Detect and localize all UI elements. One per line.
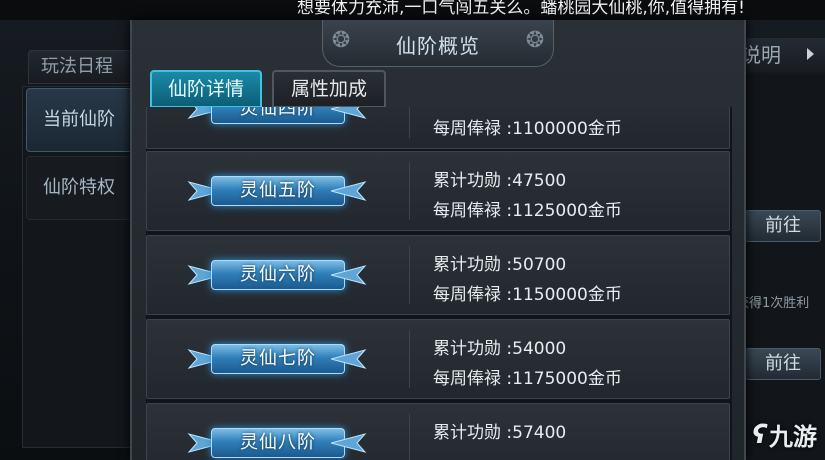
weekly-salary: 每周俸禄 :1100000金币	[433, 119, 622, 139]
row-divider	[409, 330, 410, 388]
weekly-salary: 每周俸禄 :1150000金币	[433, 285, 622, 305]
dialog-title-plate: ❂ ❂ 仙阶概览	[322, 20, 554, 67]
accumulated-merit: 累计功勋 :50700	[433, 255, 567, 275]
salary-label: 每周俸禄	[433, 369, 501, 389]
salary-value: 1100000金币	[512, 119, 622, 139]
merit-label: 累计功勋	[433, 423, 501, 443]
weekly-salary: 每周俸禄 :1125000金币	[433, 201, 622, 221]
go-button[interactable]: 前往	[745, 348, 821, 380]
accumulated-merit: 累计功勋 :47500	[433, 171, 567, 191]
win-reward-text: 获得1次胜利	[736, 296, 810, 311]
scrolling-banner: 想要体力充沛,一口气闯五关么。蟠桃园大仙桃,你,值得拥有!	[0, 0, 825, 20]
rank-row: 灵仙六阶 累计功勋 :50700 每周俸禄 :1150000金币	[146, 235, 730, 315]
salary-value: 1125000金币	[512, 201, 622, 221]
merit-label: 累计功勋	[433, 171, 501, 191]
wing-right-icon	[331, 349, 367, 369]
salary-label: 每周俸禄	[433, 119, 501, 139]
merit-value: 57400	[512, 423, 567, 443]
wing-right-icon	[331, 107, 367, 119]
salary-label: 每周俸禄	[433, 285, 501, 305]
accumulated-merit: 累计功勋 :57400	[433, 423, 567, 443]
row-divider	[409, 414, 410, 460]
right-panel	[735, 74, 825, 460]
rank-badge: 灵仙五阶	[183, 174, 371, 208]
rank-overview-dialog: ❂ ❂ 仙阶概览 仙阶详情 属性加成 灵仙四阶 每周俸禄 :1100000金币	[130, 20, 746, 460]
merit-value: 47500	[512, 171, 567, 191]
rank-name: 灵仙八阶	[211, 428, 345, 458]
rank-badge: 灵仙八阶	[183, 426, 371, 460]
go-button[interactable]: 前往	[745, 210, 821, 242]
salary-label: 每周俸禄	[433, 201, 501, 221]
game-screen: 想要体力充沛,一口气闯五关么。蟠桃园大仙桃,你,值得拥有! 玩法日程 当前仙阶 …	[0, 0, 825, 460]
watermark-logo-icon: ʕ	[752, 419, 767, 450]
merit-value: 50700	[512, 255, 567, 275]
wing-right-icon	[331, 433, 367, 453]
rank-name: 灵仙六阶	[211, 260, 345, 290]
salary-value: 1175000金币	[512, 369, 622, 389]
dialog-title: 仙阶概览	[396, 34, 480, 58]
rank-list[interactable]: 灵仙四阶 每周俸禄 :1100000金币 灵仙五阶 累计功勋 :47500 每周…	[146, 107, 732, 460]
tab-rank-details[interactable]: 仙阶详情	[150, 70, 262, 108]
rank-badge: 灵仙四阶	[183, 107, 371, 126]
wing-right-icon	[331, 265, 367, 285]
merit-value: 54000	[512, 339, 567, 359]
rank-row: 灵仙八阶 累计功勋 :57400	[146, 403, 730, 460]
merit-label: 累计功勋	[433, 255, 501, 275]
rank-row: 灵仙五阶 累计功勋 :47500 每周俸禄 :1125000金币	[146, 151, 730, 231]
rank-name: 灵仙四阶	[211, 107, 345, 124]
row-divider	[409, 107, 410, 138]
arrow-right-icon[interactable]	[807, 48, 814, 60]
row-divider	[409, 162, 410, 220]
salary-value: 1150000金币	[512, 285, 622, 305]
rank-name: 灵仙五阶	[211, 176, 345, 206]
row-divider	[409, 246, 410, 304]
wing-right-icon	[331, 181, 367, 201]
rank-badge: 灵仙六阶	[183, 258, 371, 292]
rank-name: 灵仙七阶	[211, 344, 345, 374]
weekly-salary: 每周俸禄 :1175000金币	[433, 369, 622, 389]
watermark-text: 九游	[769, 423, 817, 451]
site-watermark: ʕ 九游	[752, 417, 817, 452]
rank-badge: 灵仙七阶	[183, 342, 371, 376]
rank-row: 灵仙四阶 每周俸禄 :1100000金币	[146, 107, 730, 149]
rank-row: 灵仙七阶 累计功勋 :54000 每周俸禄 :1175000金币	[146, 319, 730, 399]
accumulated-merit: 累计功勋 :54000	[433, 339, 567, 359]
banner-message: 想要体力充沛,一口气闯五关么。蟠桃园大仙桃,你,值得拥有!	[296, 0, 745, 18]
merit-label: 累计功勋	[433, 339, 501, 359]
tab-attribute-bonus[interactable]: 属性加成	[272, 70, 386, 108]
